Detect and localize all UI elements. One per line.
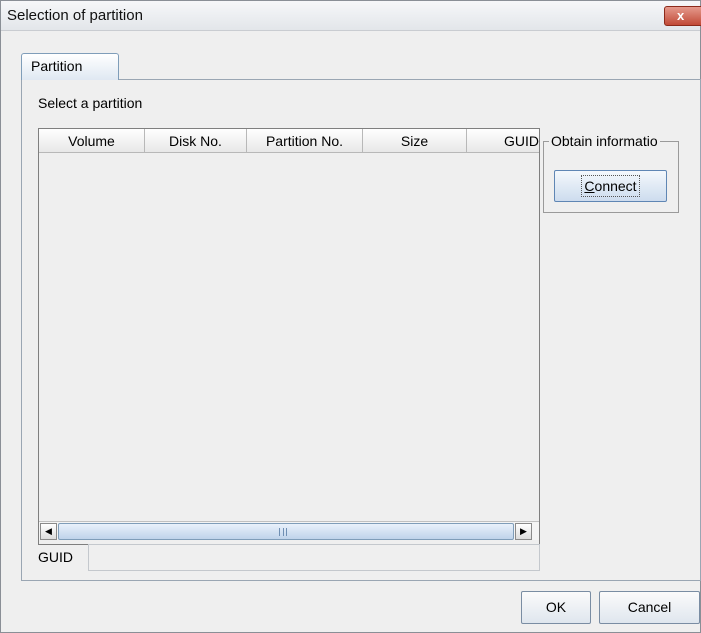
connect-button-label: Connect — [581, 175, 640, 197]
table-header: Volume Disk No. Partition No. Size GUID — [39, 129, 539, 153]
scrollbar-grip-icon — [279, 528, 287, 536]
arrow-right-icon: ▶ — [520, 526, 527, 536]
partition-table[interactable]: Volume Disk No. Partition No. Size GUID … — [38, 128, 540, 545]
ok-button[interactable]: OK — [521, 591, 591, 624]
column-header-size[interactable]: Size — [363, 129, 467, 153]
horizontal-scrollbar[interactable]: ◀ ▶ — [39, 521, 539, 540]
column-header-partition-no[interactable]: Partition No. — [247, 129, 363, 153]
column-header-guid[interactable]: GUID — [467, 129, 539, 153]
window-title: Selection of partition — [7, 7, 143, 24]
guid-label: GUID — [38, 549, 73, 565]
select-partition-label: Select a partition — [38, 95, 143, 111]
scroll-left-button[interactable]: ◀ — [40, 523, 57, 540]
scroll-right-button[interactable]: ▶ — [515, 523, 532, 540]
column-header-disk-no[interactable]: Disk No. — [145, 129, 247, 153]
close-icon: x — [677, 8, 685, 23]
connect-mnemonic: C — [584, 178, 595, 194]
selection-of-partition-dialog: Selection of partition x Partition Selec… — [0, 0, 701, 633]
title-bar[interactable]: Selection of partition x — [1, 1, 701, 31]
column-header-volume[interactable]: Volume — [39, 129, 145, 153]
arrow-left-icon: ◀ — [45, 526, 52, 536]
guid-field[interactable] — [88, 544, 540, 571]
connect-button[interactable]: Connect — [554, 170, 667, 202]
obtain-information-legend: Obtain informatio — [549, 133, 660, 149]
scrollbar-thumb[interactable] — [58, 523, 514, 540]
close-button[interactable]: x — [664, 6, 701, 26]
tab-partition[interactable]: Partition — [21, 53, 119, 80]
cancel-button[interactable]: Cancel — [599, 591, 700, 624]
tab-partition-label: Partition — [31, 58, 83, 74]
